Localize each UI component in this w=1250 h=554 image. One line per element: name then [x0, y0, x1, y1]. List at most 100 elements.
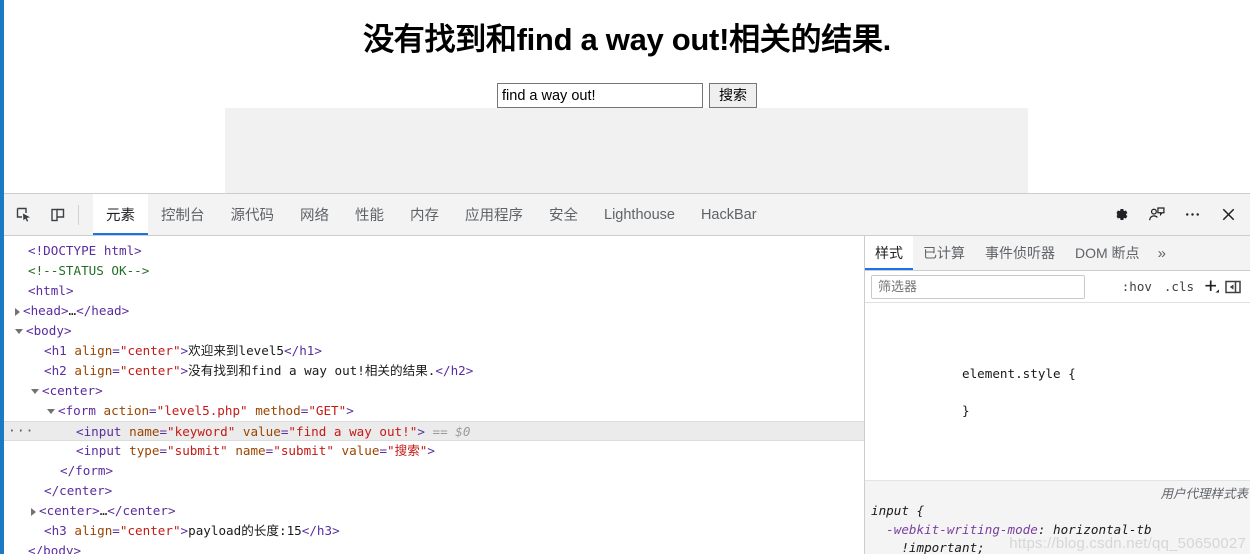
dom-token-punct: < [42, 383, 50, 398]
css-property-value: horizontal-tb [1053, 521, 1152, 537]
ua-rule-selector: input { [871, 502, 925, 518]
dom-token-text [122, 443, 130, 458]
dom-token-punct: > [180, 363, 189, 378]
dom-node-selected[interactable]: ··· <input name="keyword" value="find a w… [4, 421, 864, 441]
stylesheet-origin-label: 用户代理样式表 [1160, 487, 1248, 502]
dom-node[interactable]: </form> [4, 461, 864, 481]
dom-token-tag: h3 [51, 523, 67, 538]
dom-node-content: </center> [4, 481, 112, 501]
tab-network[interactable]: 网络 [287, 194, 342, 235]
element-style-rule[interactable]: element.style { } [871, 346, 1250, 439]
more-options-icon[interactable] [1178, 201, 1206, 229]
dom-token-punct: > [465, 363, 474, 378]
styles-tabs-overflow-icon[interactable]: » [1150, 236, 1174, 270]
screenshot-root: 没有找到和find a way out!相关的结果. 搜索 [0, 0, 1250, 554]
search-submit-button[interactable]: 搜索 [709, 83, 757, 108]
dom-node[interactable]: <center> [4, 381, 864, 401]
dom-token-attr: name [235, 443, 266, 458]
styles-tab-computed[interactable]: 已计算 [913, 236, 975, 270]
dom-token-tag: h1 [299, 343, 315, 358]
dom-token-punct: > [180, 523, 189, 538]
tab-hackbar[interactable]: HackBar [688, 194, 770, 235]
chevron-right-icon[interactable] [15, 307, 20, 316]
search-input[interactable] [497, 83, 703, 108]
styles-filter-input[interactable] [871, 274, 1085, 299]
tab-performance[interactable]: 性能 [342, 194, 397, 235]
element-style-close-brace: } [962, 402, 970, 418]
tab-memory[interactable]: 内存 [397, 194, 452, 235]
browser-edge-stripe [0, 0, 4, 554]
dom-token-punct: < [44, 523, 52, 538]
dom-token-tag: center [49, 383, 96, 398]
dom-token-punct: </ [28, 543, 44, 554]
styles-tab-styles[interactable]: 样式 [865, 236, 913, 270]
dom-tree-pane[interactable]: <!DOCTYPE html> <!--STATUS OK--> <html> <he… [4, 236, 865, 554]
dom-node-badge-icon[interactable]: ··· [8, 422, 34, 442]
dom-node-content: <head>…</head> [4, 301, 129, 321]
chevron-down-icon[interactable] [15, 329, 23, 334]
styles-tab-dom-breakpoints[interactable]: DOM 断点 [1065, 236, 1150, 270]
dom-token-punct: < [44, 363, 52, 378]
dom-node[interactable]: <body> [4, 321, 864, 341]
dom-token-text: payload的长度:15 [188, 523, 302, 538]
dom-token-tag: form [75, 463, 106, 478]
dom-token-punct: > [180, 343, 189, 358]
dom-token-punct: < [58, 403, 66, 418]
dom-node[interactable]: <input type="submit" name="submit" value… [4, 441, 864, 461]
tab-console[interactable]: 控制台 [148, 194, 218, 235]
dom-token-tag: h2 [51, 363, 67, 378]
dom-token-tag: head [30, 303, 61, 318]
dom-token-punct: < [76, 443, 84, 458]
dom-node[interactable]: <h1 align="center">欢迎来到level5</h1> [4, 341, 864, 361]
dom-node[interactable]: <h2 align="center">没有找到和find a way out!相… [4, 361, 864, 381]
dom-node-content: <h2 align="center">没有找到和find a way out!相… [4, 361, 473, 381]
dom-token-text [235, 424, 243, 439]
dom-token-tag: form [65, 403, 96, 418]
dom-node[interactable]: <form action="level5.php" method="GET"> [4, 401, 864, 421]
dom-token-punct: </ [107, 503, 123, 518]
tab-security[interactable]: 安全 [536, 194, 591, 235]
chevron-down-icon[interactable] [31, 389, 39, 394]
tab-elements[interactable]: 元素 [93, 194, 148, 235]
dom-node[interactable]: <center>…</center> [4, 501, 864, 521]
dom-node-content: <h1 align="center">欢迎来到level5</h1> [4, 341, 322, 361]
dom-node[interactable]: <head>…</head> [4, 301, 864, 321]
dom-token-punct: = [159, 443, 168, 458]
tab-sources[interactable]: 源代码 [218, 194, 288, 235]
device-toolbar-icon[interactable] [44, 201, 72, 229]
dom-node-content: <input type="submit" name="submit" value… [4, 441, 435, 461]
dom-token-tag: head [91, 303, 122, 318]
feedback-icon[interactable] [1142, 201, 1170, 229]
dom-token-val: "level5.php" [156, 403, 248, 418]
css-rules-list: element.style { } [865, 303, 1250, 476]
chevron-right-icon[interactable] [31, 507, 36, 516]
dom-node[interactable]: </body> [4, 541, 864, 554]
tab-lighthouse[interactable]: Lighthouse [591, 194, 688, 235]
dom-node[interactable]: <html> [4, 281, 864, 301]
dom-token-punct: < [28, 283, 36, 298]
dom-token-punct: </ [435, 363, 451, 378]
force-state-hov-button[interactable]: :hov [1116, 279, 1158, 294]
chevron-down-icon[interactable] [47, 409, 55, 414]
dom-token-punct: > [73, 543, 82, 554]
dom-node[interactable]: <!DOCTYPE html> [4, 241, 864, 261]
dom-node[interactable]: </center> [4, 481, 864, 501]
close-icon[interactable] [1214, 201, 1242, 229]
toggle-sidebar-icon[interactable] [1222, 276, 1244, 298]
new-style-rule-button[interactable] [1200, 276, 1222, 298]
styles-tab-event-listeners[interactable]: 事件侦听器 [975, 236, 1065, 270]
user-agent-stylesheet-rule[interactable]: 用户代理样式表 input { -webkit-writing-mode: ho… [865, 480, 1250, 554]
dom-token-attr: name [129, 424, 160, 439]
element-classes-cls-button[interactable]: .cls [1158, 279, 1200, 294]
dom-token-dollar: == $0 [424, 424, 471, 439]
toolbar-right-actions [1104, 201, 1250, 229]
dom-node[interactable]: <h3 align="center">payload的长度:15</h3> [4, 521, 864, 541]
dom-tree: <!DOCTYPE html> <!--STATUS OK--> <html> <he… [4, 236, 864, 554]
css-declaration[interactable]: -webkit-writing-mode: horizontal-tb !imp… [871, 521, 1250, 554]
dom-token-attr: action [103, 403, 150, 418]
dom-token-tag: h3 [316, 523, 333, 538]
dom-node[interactable]: <!--STATUS OK--> [4, 261, 864, 281]
tab-application[interactable]: 应用程序 [452, 194, 536, 235]
inspect-element-icon[interactable] [10, 201, 38, 229]
gear-icon[interactable] [1106, 201, 1134, 229]
